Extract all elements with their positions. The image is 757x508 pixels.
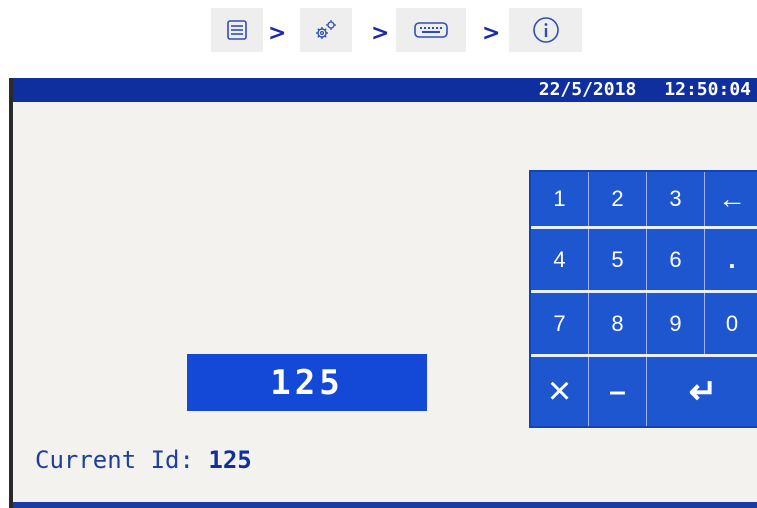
key-decimal[interactable]: . — [705, 229, 757, 290]
status-datetime: 22/5/2018 12:50:04 — [539, 79, 751, 101]
screen-bottom-strip — [13, 502, 757, 508]
status-date: 22/5/2018 — [538, 79, 637, 100]
list-icon — [226, 19, 248, 41]
key-backspace[interactable]: ← — [705, 172, 757, 226]
info-icon — [532, 16, 560, 44]
status-bar: 22/5/2018 12:50:04 — [13, 78, 757, 102]
key-4[interactable]: 4 — [531, 229, 589, 290]
key-minus[interactable]: – — [589, 357, 647, 426]
key-9[interactable]: 9 — [647, 293, 705, 354]
key-8[interactable]: 8 — [589, 293, 647, 354]
key-1[interactable]: 1 — [531, 172, 589, 226]
breadcrumb: > > > — [0, 8, 757, 60]
breadcrumb-separator: > — [482, 21, 501, 46]
key-7[interactable]: 7 — [531, 293, 589, 354]
device-screen: 22/5/2018 12:50:04 125 Current Id: 125 1 … — [9, 78, 757, 508]
breadcrumb-item-list[interactable] — [211, 8, 263, 52]
status-time: 12:50:04 — [664, 79, 751, 100]
keyboard-icon — [414, 20, 448, 40]
value-display: 125 — [187, 354, 427, 411]
key-clear[interactable]: × — [531, 357, 589, 426]
breadcrumb-item-info[interactable] — [509, 8, 582, 52]
current-id-label: Current Id: — [35, 446, 194, 474]
key-2[interactable]: 2 — [589, 172, 647, 226]
key-0[interactable]: 0 — [705, 293, 757, 354]
key-6[interactable]: 6 — [647, 229, 705, 290]
breadcrumb-item-settings[interactable] — [300, 8, 352, 52]
key-3[interactable]: 3 — [647, 172, 705, 226]
breadcrumb-separator: > — [371, 21, 390, 46]
breadcrumb-item-keyboard[interactable] — [396, 8, 466, 52]
numeric-keypad: 1 2 3 ← 4 5 6 . 7 8 9 0 × – ↵ — [529, 170, 757, 428]
key-enter[interactable]: ↵ — [647, 357, 757, 426]
gears-icon — [313, 18, 339, 42]
current-id-value: 125 — [208, 446, 252, 474]
breadcrumb-separator: > — [268, 21, 287, 46]
page: > > > 22/5/2018 12:50:04 125 Current Id:… — [0, 0, 757, 508]
current-id: Current Id: 125 — [35, 446, 252, 474]
key-5[interactable]: 5 — [589, 229, 647, 290]
